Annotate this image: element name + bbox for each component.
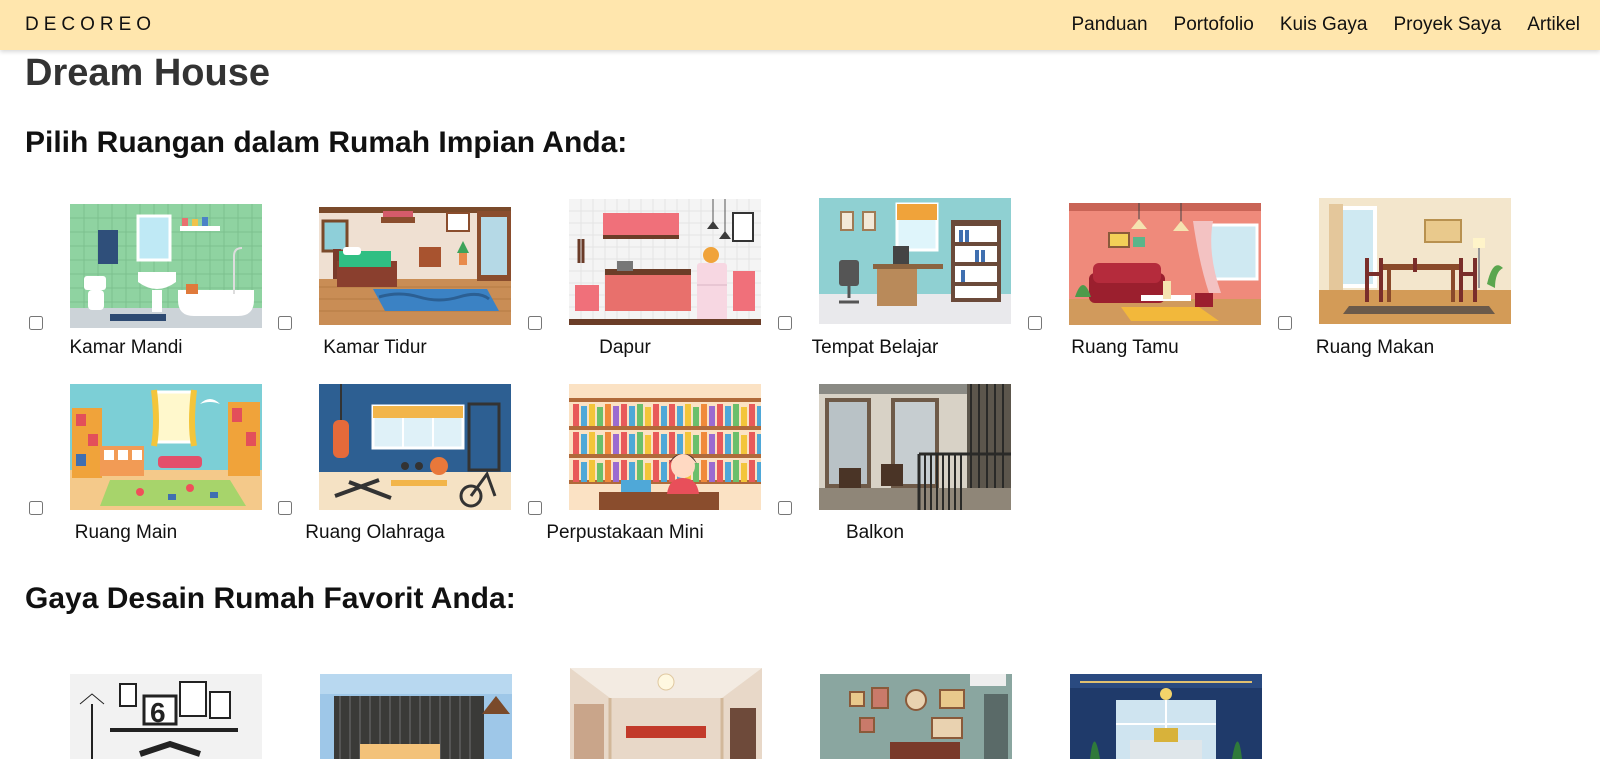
living-room-illustration	[1069, 203, 1261, 325]
room-checkbox-kamar-tidur[interactable]	[278, 316, 292, 330]
rooms-section-title: Pilih Ruangan dalam Rumah Impian Anda:	[25, 126, 628, 159]
dining-room-illustration	[1319, 198, 1511, 324]
svg-text:6: 6	[150, 697, 166, 728]
nav-link-proyek-saya[interactable]: Proyek Saya	[1393, 14, 1501, 36]
room-option-ruang-makan[interactable]: Ruang Makan	[1278, 198, 1511, 358]
room-label: Perpustakaan Mini	[546, 522, 704, 543]
room-option-kamar-mandi[interactable]: Kamar Mandi	[29, 198, 262, 358]
nav-link-artikel[interactable]: Artikel	[1527, 14, 1580, 36]
room-label: Kamar Mandi	[69, 337, 183, 358]
brand-logo[interactable]: DECOREO	[25, 14, 156, 36]
room-checkbox-ruang-olahraga[interactable]	[278, 501, 292, 515]
room-label: Kamar Tidur	[323, 337, 427, 358]
room-checkbox-kamar-mandi[interactable]	[29, 316, 43, 330]
room-label: Dapur	[599, 337, 651, 358]
style-thumb-luxury-living[interactable]	[1070, 674, 1262, 759]
bedroom-illustration	[319, 207, 511, 325]
top-navbar: DECOREO Panduan Portofolio Kuis Gaya Pro…	[0, 0, 1600, 50]
room-checkbox-ruang-makan[interactable]	[1278, 316, 1292, 330]
room-option-ruang-olahraga[interactable]: Ruang Olahraga	[278, 384, 511, 543]
gym-illustration	[319, 384, 511, 510]
room-checkbox-ruang-main[interactable]	[29, 501, 43, 515]
style-thumb-classic-bedroom[interactable]	[570, 668, 762, 759]
room-checkbox-perpustakaan-mini[interactable]	[528, 501, 542, 515]
kitchen-illustration	[569, 199, 761, 325]
room-option-ruang-tamu[interactable]: Ruang Tamu	[1028, 198, 1261, 358]
nav-link-kuis-gaya[interactable]: Kuis Gaya	[1280, 14, 1368, 36]
study-room-illustration	[819, 198, 1011, 324]
style-thumb-monochrome[interactable]: 6	[70, 674, 262, 759]
room-checkbox-balkon[interactable]	[778, 501, 792, 515]
balcony-photo	[819, 384, 1011, 510]
bathroom-illustration	[70, 204, 262, 328]
nav-link-panduan[interactable]: Panduan	[1071, 14, 1147, 36]
room-checkbox-tempat-belajar[interactable]	[778, 316, 792, 330]
room-label: Ruang Olahraga	[305, 522, 445, 543]
nav-link-portofolio[interactable]: Portofolio	[1174, 14, 1254, 36]
room-option-balkon[interactable]: Balkon	[778, 384, 1011, 543]
room-label: Balkon	[845, 522, 905, 543]
room-label: Ruang Tamu	[1071, 337, 1179, 358]
page-title: Dream House	[25, 52, 270, 94]
styles-section-title: Gaya Desain Rumah Favorit Anda:	[25, 582, 516, 615]
room-label: Ruang Main	[74, 522, 178, 543]
room-option-dapur[interactable]: Dapur	[528, 198, 761, 358]
room-option-ruang-main[interactable]: Ruang Main	[29, 384, 262, 543]
room-label: Tempat Belajar	[811, 337, 939, 358]
library-illustration	[569, 384, 761, 510]
room-option-perpustakaan-mini[interactable]: Perpustakaan Mini	[528, 384, 761, 543]
room-label: Ruang Makan	[1315, 337, 1435, 358]
room-checkbox-ruang-tamu[interactable]	[1028, 316, 1042, 330]
style-thumb-modern-facade[interactable]	[320, 674, 512, 759]
nav-links: Panduan Portofolio Kuis Gaya Proyek Saya…	[1071, 14, 1580, 36]
playroom-illustration	[70, 384, 262, 510]
room-checkbox-dapur[interactable]	[528, 316, 542, 330]
room-option-kamar-tidur[interactable]: Kamar Tidur	[278, 198, 511, 358]
room-option-tempat-belajar[interactable]: Tempat Belajar	[778, 198, 1011, 358]
style-thumb-vintage-wall[interactable]	[820, 674, 1012, 759]
